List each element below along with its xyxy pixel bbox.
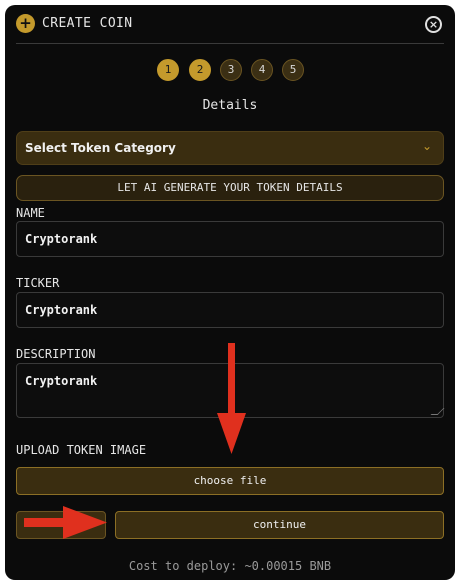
resize-handle[interactable] <box>430 408 445 415</box>
header-divider <box>16 43 444 44</box>
close-icon[interactable]: × <box>425 16 442 33</box>
deploy-cost-text: Cost to deploy: ~0.00015 BNB <box>128 559 332 573</box>
upload-image-label: UPLOAD TOKEN IMAGE <box>16 443 147 457</box>
name-label: NAME <box>16 206 45 220</box>
step-5: 5 <box>282 59 304 81</box>
plus-circle-icon: + <box>16 14 35 33</box>
chevron-down-icon: ⌄ <box>421 139 432 153</box>
step-2: 2 <box>189 59 211 81</box>
ai-generate-button[interactable]: LET AI GENERATE YOUR TOKEN DETAILS <box>16 175 444 201</box>
modal-title: CREATE COIN <box>42 16 133 31</box>
description-value: Cryptorank <box>25 374 98 388</box>
step-1: 1 <box>157 59 179 81</box>
ticker-field[interactable]: Cryptorank <box>16 292 444 328</box>
description-textarea[interactable]: Cryptorank <box>16 363 445 418</box>
ticker-label: TICKER <box>16 276 60 290</box>
continue-button[interactable]: continue <box>115 511 444 539</box>
token-category-value: Select Token Category <box>25 141 176 155</box>
choose-file-button[interactable]: choose file <box>16 467 444 495</box>
token-category-select[interactable]: Select Token Category ⌄ <box>16 131 444 165</box>
back-button[interactable] <box>16 511 106 539</box>
step-3: 3 <box>220 59 242 81</box>
step-indicator: 1 2 3 4 5 <box>157 59 307 83</box>
create-coin-modal: + CREATE COIN × 1 2 3 4 5 Details Select… <box>5 5 455 580</box>
step-4: 4 <box>251 59 273 81</box>
name-field[interactable]: Cryptorank <box>16 221 444 257</box>
section-title: Details <box>202 98 258 113</box>
description-label: DESCRIPTION <box>16 347 96 361</box>
modal-header: + CREATE COIN × <box>5 5 455 43</box>
